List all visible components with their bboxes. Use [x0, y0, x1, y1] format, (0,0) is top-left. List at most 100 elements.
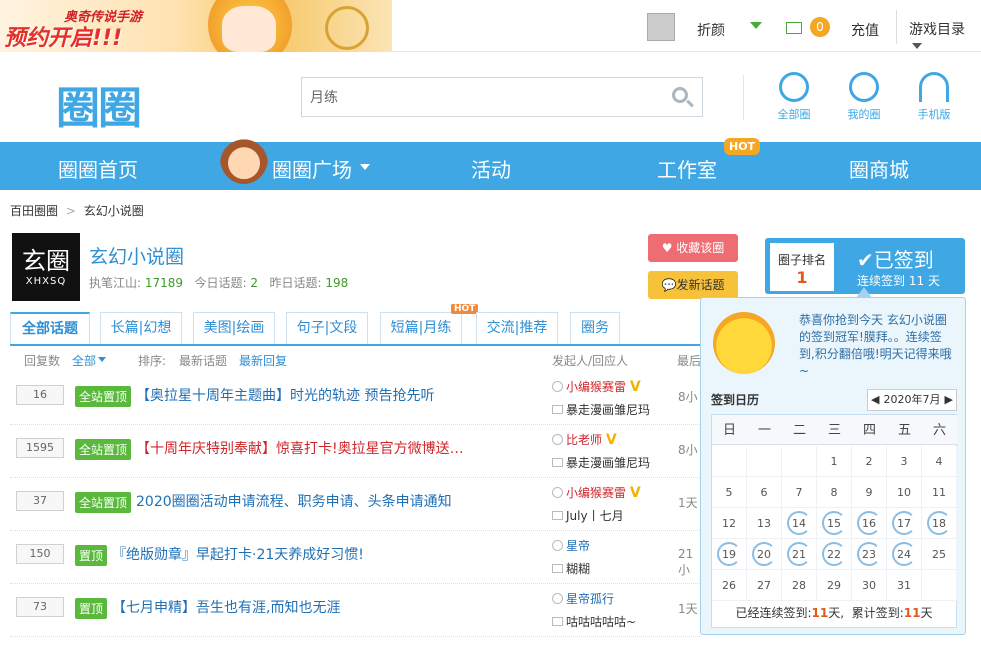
topic-author[interactable]: 小编猴赛雷 V [552, 378, 641, 395]
stat-value-today: 2 [250, 276, 259, 290]
calendar-day: 12 [712, 508, 747, 539]
topic-author[interactable]: 小编猴赛雷 V [552, 484, 641, 501]
circle-rank-box: 圈子排名 1 [770, 243, 834, 291]
user-dropdown-icon[interactable] [750, 22, 762, 29]
search-box[interactable] [301, 77, 703, 117]
filter-all-dropdown[interactable]: 全部 [72, 352, 96, 369]
table-row[interactable]: 1595 全站置顶 【十周年庆特别奉献】惊喜打卡!奥拉星官方微博送… 比老师 V 暴走漫… [10, 425, 700, 478]
calendar-day: 3 [887, 446, 922, 477]
new-topic-button[interactable]: 💬发新话题 [648, 271, 738, 299]
calendar-day-number: 6 [760, 486, 768, 499]
topic-author[interactable]: 星帝孤行 [552, 590, 614, 607]
topic-title[interactable]: 【十周年庆特别奉献】惊喜打卡!奥拉星官方微博送… [136, 438, 464, 458]
congrats-message: 恭喜你抢到今天 玄幻小说圈的签到冠军!膜拜。。连续签到,积分翻倍哦!明天记得来哦… [799, 313, 952, 378]
next-month-icon[interactable]: ▶ [945, 390, 953, 410]
new-topic-label: 发新话题 [676, 278, 725, 292]
calendar-day: 20 [747, 539, 782, 570]
topic-title[interactable]: 『绝版勋章』早起打卡·21天养成好习惯! [112, 544, 364, 564]
last-time: 1天 [678, 496, 698, 510]
topic-title[interactable]: 【奥拉星十周年主题曲】时光的轨迹 预告抢先听 [136, 385, 434, 405]
favorite-circle-button[interactable]: ♥ 收藏该圈 [648, 234, 738, 262]
calendar-day-number: 26 [722, 579, 736, 592]
search-input[interactable] [302, 78, 662, 116]
username[interactable]: 折颜 [697, 20, 725, 40]
recharge-link[interactable]: 充值 [851, 20, 879, 40]
month-selector[interactable]: ◀ 2020年7月 ▶ [867, 389, 957, 411]
tab-sentences[interactable]: 句子|文段 [286, 312, 368, 344]
rank-label: 圈子排名 [777, 253, 826, 267]
sort-label: 排序: [138, 354, 167, 368]
tab-all-topics[interactable]: 全部话题 [10, 312, 90, 344]
calendar-day-number: 1 [830, 455, 838, 468]
tab-exchange-recommend[interactable]: 交流|推荐 [476, 312, 558, 344]
crown-mascot-icon [713, 312, 775, 374]
mobile-version-button[interactable]: 手机版 [904, 72, 964, 122]
tab-long-fantasy[interactable]: 长篇|幻想 [100, 312, 182, 344]
topic-author[interactable]: 比老师 V [552, 431, 617, 448]
calendar-day-number: 9 [865, 486, 873, 499]
footer-total-value: 11 [903, 606, 921, 620]
nav-item-home[interactable]: 圈圈首页 [58, 154, 138, 183]
chevron-down-icon [360, 164, 370, 170]
my-circles-button[interactable]: 我的圈 [834, 72, 894, 122]
breadcrumb-home[interactable]: 百田圈圈 [10, 204, 58, 218]
calendar-day: 7 [782, 477, 817, 508]
topic-title[interactable]: 【七月申精】吾生也有涯,而知也无涯 [112, 597, 340, 617]
all-circles-button[interactable]: 全部圈 [764, 72, 824, 122]
breadcrumb-current: 玄幻小说圈 [83, 204, 144, 218]
rank-value: 1 [796, 268, 808, 287]
comment-icon [552, 458, 563, 467]
topic-replier[interactable]: 暴走漫画雏尼玛 [552, 401, 650, 418]
reply-count-header: 回复数 [24, 354, 61, 368]
calendar-day: 30 [852, 570, 887, 601]
last-time: 21小 [678, 547, 694, 577]
user-avatar[interactable] [647, 13, 675, 41]
calendar-day: 16 [852, 508, 887, 539]
topic-author[interactable]: 星帝 [552, 537, 590, 554]
calendar-day-number: 7 [795, 486, 803, 499]
nav-item-shop[interactable]: 圈商城 [849, 154, 909, 183]
table-row[interactable]: 16 全站置顶 【奥拉星十周年主题曲】时光的轨迹 预告抢先听 小编猴赛雷 V 暴走漫画雏… [10, 372, 700, 425]
signed-in-button[interactable]: ✔已签到 [857, 244, 934, 273]
table-row[interactable]: 37 全站置顶 2020圈圈活动申请流程、职务申请、头条申请通知 小编猴赛雷 V Jul… [10, 478, 700, 531]
user-icon [552, 434, 563, 445]
circle-logo: 玄圈 XHXSQ [12, 233, 80, 301]
calendar-day: 31 [887, 570, 922, 601]
tab-short-monthly[interactable]: 短篇|月练 [380, 312, 462, 344]
sign-in-popup: 恭喜你抢到今天 玄幻小说圈的签到冠军!膜拜。。连续签到,积分翻倍哦!明天记得来哦… [700, 287, 966, 635]
footer-total-label: 累计签到: [851, 606, 904, 620]
replier-name: 暴走漫画雏尼玛 [566, 403, 651, 417]
tab-art-drawing[interactable]: 美图|绘画 [193, 312, 275, 344]
topic-replier[interactable]: 咕咕咕咕咕~ [552, 613, 636, 630]
tab-label: 圈务 [581, 320, 609, 336]
table-row[interactable]: 150 置顶 『绝版勋章』早起打卡·21天养成好习惯! 星帝 糊糊 21小 [10, 531, 700, 584]
prev-month-icon[interactable]: ◀ [871, 390, 879, 410]
site-logo[interactable]: 圈圈 [56, 72, 142, 136]
user-icon [849, 72, 879, 102]
game-menu-dropdown[interactable]: 游戏目录 [896, 10, 981, 49]
topic-title[interactable]: 2020圈圈活动申请流程、职务申请、头条申请通知 [136, 491, 452, 511]
calendar-day: 15 [817, 508, 852, 539]
calendar-day-number: 25 [932, 548, 946, 561]
mail-icon[interactable] [786, 22, 802, 34]
nav-item-events[interactable]: 活动 [471, 154, 511, 183]
tab-affairs[interactable]: 圈务 [570, 312, 620, 344]
sign-in-panel: 圈子排名 1 ✔已签到 连续签到 11 天 [765, 238, 965, 294]
topic-replier[interactable]: July丨七月 [552, 507, 624, 524]
chevron-down-icon [98, 357, 106, 362]
sort-latest-reply[interactable]: 最新回复 [239, 352, 287, 369]
topic-replier[interactable]: 糊糊 [552, 560, 590, 577]
calendar-day-number: 20 [752, 542, 776, 566]
table-row[interactable]: 73 置顶 【七月申精】吾生也有涯,而知也无涯 星帝孤行 咕咕咕咕咕~ 1天 [10, 584, 700, 637]
checkmark-icon: ✔ [857, 248, 874, 272]
user-icon [552, 540, 563, 551]
promo-banner[interactable]: 奥奇传说手游 预约开启!!! [0, 0, 392, 52]
reply-count: 1595 [16, 438, 64, 458]
sort-latest-topic[interactable]: 最新话题 [179, 352, 227, 369]
refresh-circle-icon [779, 72, 809, 102]
nav-item-studio[interactable]: 工作室 [657, 154, 717, 183]
comment-icon [552, 405, 563, 414]
topic-replier[interactable]: 暴走漫画雏尼玛 [552, 454, 650, 471]
nav-item-plaza[interactable]: 圈圈广场 [272, 154, 352, 183]
all-circles-label: 全部圈 [777, 108, 811, 121]
